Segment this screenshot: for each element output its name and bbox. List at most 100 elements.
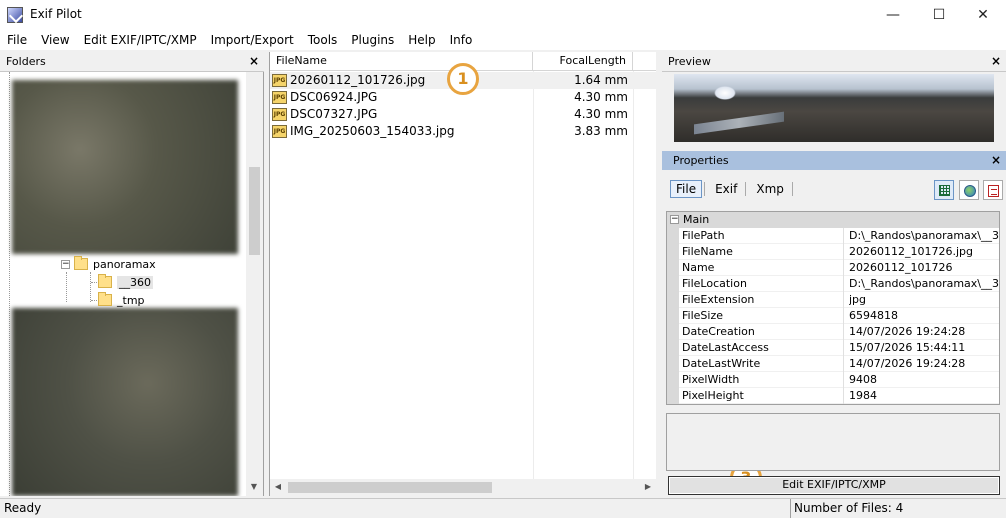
property-row[interactable]: PixelWidth 9408 [667,372,999,388]
property-value[interactable]: 9408 [849,372,999,388]
property-value[interactable]: 15/07/2026 15:44:11 [849,340,999,356]
tab-separator [704,182,706,196]
column-extra[interactable] [633,52,657,71]
menu-help[interactable]: Help [401,30,442,50]
splitter[interactable] [656,52,661,498]
properties-close-icon[interactable]: × [991,151,1001,170]
focal-length: 1.64 mm [574,73,628,87]
property-row[interactable]: DateLastAccess 15/07/2026 15:44:11 [667,340,999,356]
app-icon [7,7,23,23]
menu-view[interactable]: View [34,30,76,50]
properties-header: Properties × [662,151,1006,170]
property-value[interactable]: jpg [849,292,999,308]
note-icon [988,185,999,197]
column-filename[interactable]: FileName [270,52,533,71]
folders-close-icon[interactable]: × [249,52,259,71]
status-bar: Ready Number of Files: 4 [0,498,1006,518]
menu-info[interactable]: Info [443,30,480,50]
globe-icon [964,185,976,197]
property-value[interactable]: D:\_Randos\panoramax\__3... [849,276,999,292]
file-name: DSC06924.JPG [290,90,378,104]
tree-node-panoramax[interactable]: − panoramax [61,255,156,273]
scroll-down-icon[interactable]: ▼ [246,482,262,491]
property-value[interactable]: 20260112_101726 [849,260,999,276]
folder-icon [98,292,112,306]
focal-length: 4.30 mm [574,90,628,104]
tree-node-tmp[interactable]: _tmp [98,291,145,309]
edit-exif-button[interactable]: Edit EXIF/IPTC/XMP [668,476,1000,495]
tree-line [90,272,91,302]
row-gutter [667,260,679,276]
file-row[interactable]: JPG IMG_20250603_154033.jpg 3.83 mm [270,123,657,140]
property-value[interactable]: D:\_Randos\panoramax\__3... [849,228,999,244]
preview-close-icon[interactable]: × [991,52,1001,71]
property-row[interactable]: DateLastWrite 14/07/2026 19:24:28 [667,356,999,372]
scroll-right-icon[interactable]: ▶ [640,482,656,491]
scrollbar-thumb[interactable] [288,482,492,493]
file-list[interactable]: FileName FocalLength JPG 20260112_101726… [269,52,657,496]
property-grid[interactable]: − Main FilePath D:\_Randos\panoramax\__3.… [666,211,1000,405]
close-button[interactable]: ✕ [960,0,1006,30]
collapse-icon[interactable]: − [670,215,679,224]
folders-title: Folders [6,55,46,68]
folders-header: Folders × [0,52,264,72]
globe-button[interactable] [959,180,979,200]
property-value[interactable]: 20260112_101726.jpg [849,244,999,260]
row-gutter [667,308,679,324]
menu-file[interactable]: File [0,30,34,50]
menu-plugins[interactable]: Plugins [344,30,401,50]
property-row[interactable]: FileLocation D:\_Randos\panoramax\__3... [667,276,999,292]
blurred-tree-region [12,308,238,496]
property-key: FileExtension [682,292,844,308]
property-row[interactable]: FileSize 6594818 [667,308,999,324]
properties-tabs: File Exif Xmp [670,180,797,198]
property-row[interactable]: DateCreation 14/07/2026 19:24:28 [667,324,999,340]
row-gutter [667,372,679,388]
tree-node-label: _tmp [117,293,145,307]
tab-xmp[interactable]: Xmp [750,180,790,198]
grid-view-button[interactable] [934,180,954,200]
folders-scrollbar[interactable]: ▼ [246,72,263,496]
collapse-icon[interactable]: − [61,259,70,269]
file-list-hscrollbar[interactable]: ◀ ▶ [270,479,657,496]
preview-image [674,74,994,142]
property-value[interactable]: 14/07/2026 19:24:28 [849,356,999,372]
maximize-button[interactable]: ☐ [916,0,962,30]
status-text: Ready [4,501,42,515]
jpg-file-icon: JPG [272,91,287,104]
tab-file[interactable]: File [670,180,703,198]
row-gutter [667,324,679,340]
tab-exif[interactable]: Exif [709,180,743,198]
tab-separator [745,182,747,196]
property-row[interactable]: FilePath D:\_Randos\panoramax\__3... [667,228,999,244]
property-value[interactable]: 14/07/2026 19:24:28 [849,324,999,340]
property-value[interactable]: 1984 [849,388,999,404]
property-key: DateCreation [682,324,844,340]
property-row[interactable]: FileName 20260112_101726.jpg [667,244,999,260]
jpg-file-icon: JPG [272,125,287,138]
property-value[interactable]: 6594818 [849,308,999,324]
menu-import-export[interactable]: Import/Export [204,30,301,50]
property-category-main[interactable]: − Main [667,212,999,228]
property-row[interactable]: PixelHeight 1984 [667,388,999,404]
property-row[interactable]: Name 20260112_101726 [667,260,999,276]
folder-icon [98,274,112,288]
property-key: Name [682,260,844,276]
minimize-button[interactable]: — [870,0,916,30]
menu-tools[interactable]: Tools [301,30,345,50]
file-row[interactable]: JPG DSC07327.JPG 4.30 mm [270,106,657,123]
note-button[interactable] [983,180,1003,200]
focal-length: 3.83 mm [574,124,628,138]
jpg-file-icon: JPG [272,74,287,87]
property-key: PixelHeight [682,388,844,404]
grid-icon [939,185,950,196]
folder-tree[interactable]: − panoramax __360 _tmp ▼ [0,72,264,496]
property-key: PixelWidth [682,372,844,388]
tree-node-360[interactable]: __360 [98,273,153,291]
column-focallength[interactable]: FocalLength [533,52,633,71]
file-name: IMG_20250603_154033.jpg [290,124,455,138]
scrollbar-thumb[interactable] [249,167,260,255]
property-row[interactable]: FileExtension jpg [667,292,999,308]
menu-edit-exif[interactable]: Edit EXIF/IPTC/XMP [77,30,204,50]
scroll-left-icon[interactable]: ◀ [270,482,286,491]
